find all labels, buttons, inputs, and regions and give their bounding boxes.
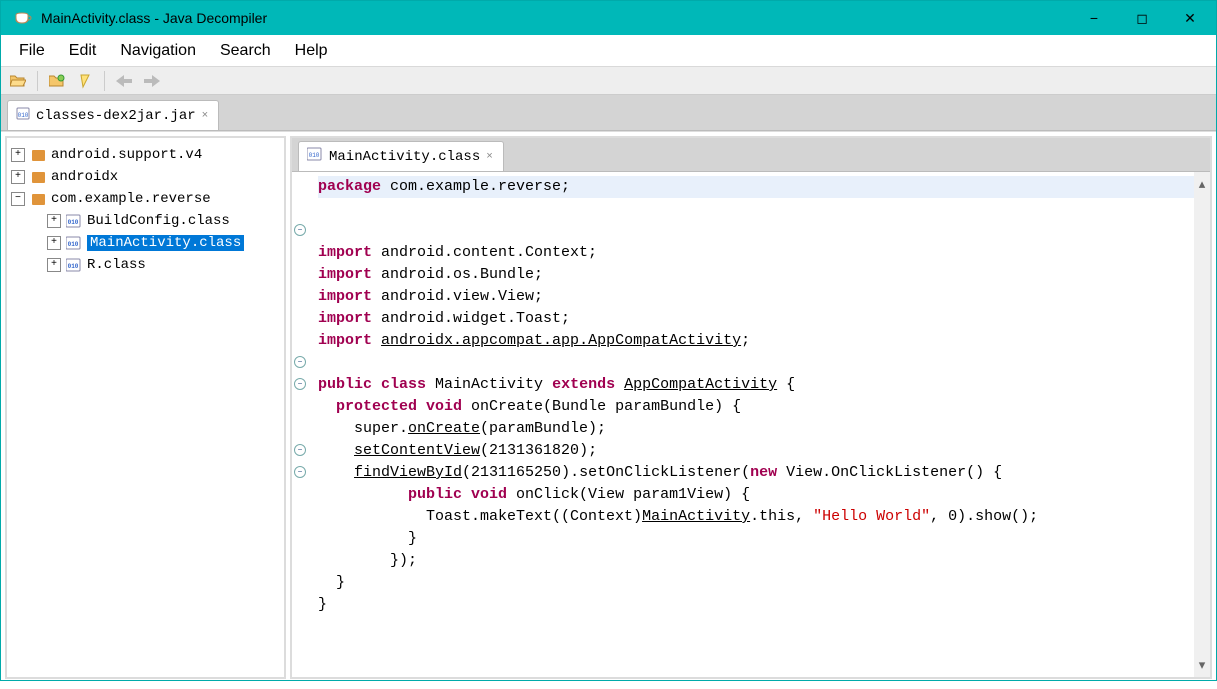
tree-item-buildconfig[interactable]: + 010 BuildConfig.class [47, 210, 280, 232]
expand-icon[interactable]: + [11, 148, 25, 162]
fold-marker[interactable]: − [294, 356, 306, 368]
file-tab-strip: 010 classes-dex2jar.jar × [1, 95, 1216, 131]
class-icon: 010 [65, 258, 83, 272]
menu-navigation[interactable]: Navigation [108, 35, 208, 66]
search-button[interactable] [74, 70, 96, 92]
package-icon [29, 169, 47, 185]
menubar: File Edit Navigation Search Help [1, 35, 1216, 67]
package-tree[interactable]: + android.support.v4 + androidx − com.ex… [5, 136, 286, 679]
expand-icon[interactable]: + [11, 170, 25, 184]
toolbar-separator [37, 71, 38, 91]
close-icon[interactable]: × [202, 110, 209, 122]
open-file-button[interactable] [7, 70, 29, 92]
app-icon [13, 8, 33, 28]
minimize-button[interactable]: − [1070, 1, 1118, 35]
tree-item-android-support[interactable]: + android.support.v4 [11, 144, 280, 166]
menu-help[interactable]: Help [283, 35, 340, 66]
statusbar [1, 683, 1216, 689]
tree-item-com-example-reverse[interactable]: − com.example.reverse [11, 188, 280, 210]
close-icon[interactable]: × [486, 151, 493, 163]
file-tab-label: classes-dex2jar.jar [36, 108, 196, 124]
expand-icon[interactable]: + [47, 214, 61, 228]
code-tab-strip: 010 MainActivity.class × [292, 138, 1210, 172]
window-title: MainActivity.class - Java Decompiler [41, 10, 1070, 26]
scroll-down-icon[interactable]: ▾ [1196, 657, 1208, 673]
svg-text:010: 010 [18, 112, 29, 119]
source-code[interactable]: package com.example.reverse; import andr… [292, 172, 1210, 620]
class-icon: 010 [65, 214, 83, 228]
class-icon: 010 [65, 236, 83, 250]
svg-text:010: 010 [68, 219, 79, 226]
tree-label: R.class [87, 257, 146, 273]
main-area: + android.support.v4 + androidx − com.ex… [1, 131, 1216, 683]
svg-text:010: 010 [309, 152, 320, 159]
jar-icon: 010 [16, 106, 30, 125]
tree-label: com.example.reverse [51, 191, 211, 207]
menu-file[interactable]: File [7, 35, 57, 66]
expand-icon[interactable]: + [47, 258, 61, 272]
back-button[interactable] [113, 70, 135, 92]
scroll-up-icon[interactable]: ▴ [1196, 176, 1208, 192]
menu-search[interactable]: Search [208, 35, 283, 66]
vertical-scrollbar[interactable]: ▴ ▾ [1194, 172, 1210, 677]
class-icon: 010 [307, 147, 323, 166]
package-icon [29, 147, 47, 163]
tree-item-r-class[interactable]: + 010 R.class [47, 254, 280, 276]
maximize-button[interactable]: ◻ [1118, 1, 1166, 35]
svg-text:010: 010 [68, 263, 79, 270]
fold-marker[interactable]: − [294, 444, 306, 456]
file-tab[interactable]: 010 classes-dex2jar.jar × [7, 100, 219, 130]
menu-edit[interactable]: Edit [57, 35, 109, 66]
package-icon [29, 191, 47, 207]
tree-item-androidx[interactable]: + androidx [11, 166, 280, 188]
toolbar [1, 67, 1216, 95]
fold-marker[interactable]: − [294, 224, 306, 236]
fold-marker[interactable]: − [294, 466, 306, 478]
toolbar-separator [104, 71, 105, 91]
code-tab-label: MainActivity.class [329, 149, 480, 165]
tree-label: MainActivity.class [87, 235, 244, 251]
collapse-icon[interactable]: − [11, 192, 25, 206]
close-button[interactable]: ✕ [1166, 1, 1214, 35]
window-buttons: − ◻ ✕ [1070, 1, 1214, 35]
titlebar: MainActivity.class - Java Decompiler − ◻… [1, 1, 1216, 35]
code-viewport[interactable]: − − − − − package com.example.reverse; i… [292, 172, 1210, 677]
tree-label: androidx [51, 169, 118, 185]
expand-icon[interactable]: + [47, 236, 61, 250]
tree-label: BuildConfig.class [87, 213, 230, 229]
tree-item-mainactivity[interactable]: + 010 MainActivity.class [47, 232, 280, 254]
svg-text:010: 010 [68, 241, 79, 248]
forward-button[interactable] [141, 70, 163, 92]
code-tab[interactable]: 010 MainActivity.class × [298, 141, 504, 171]
tree-label: android.support.v4 [51, 147, 202, 163]
open-type-button[interactable] [46, 70, 68, 92]
fold-marker[interactable]: − [294, 378, 306, 390]
code-pane: 010 MainActivity.class × − − − − − packa… [290, 136, 1212, 679]
